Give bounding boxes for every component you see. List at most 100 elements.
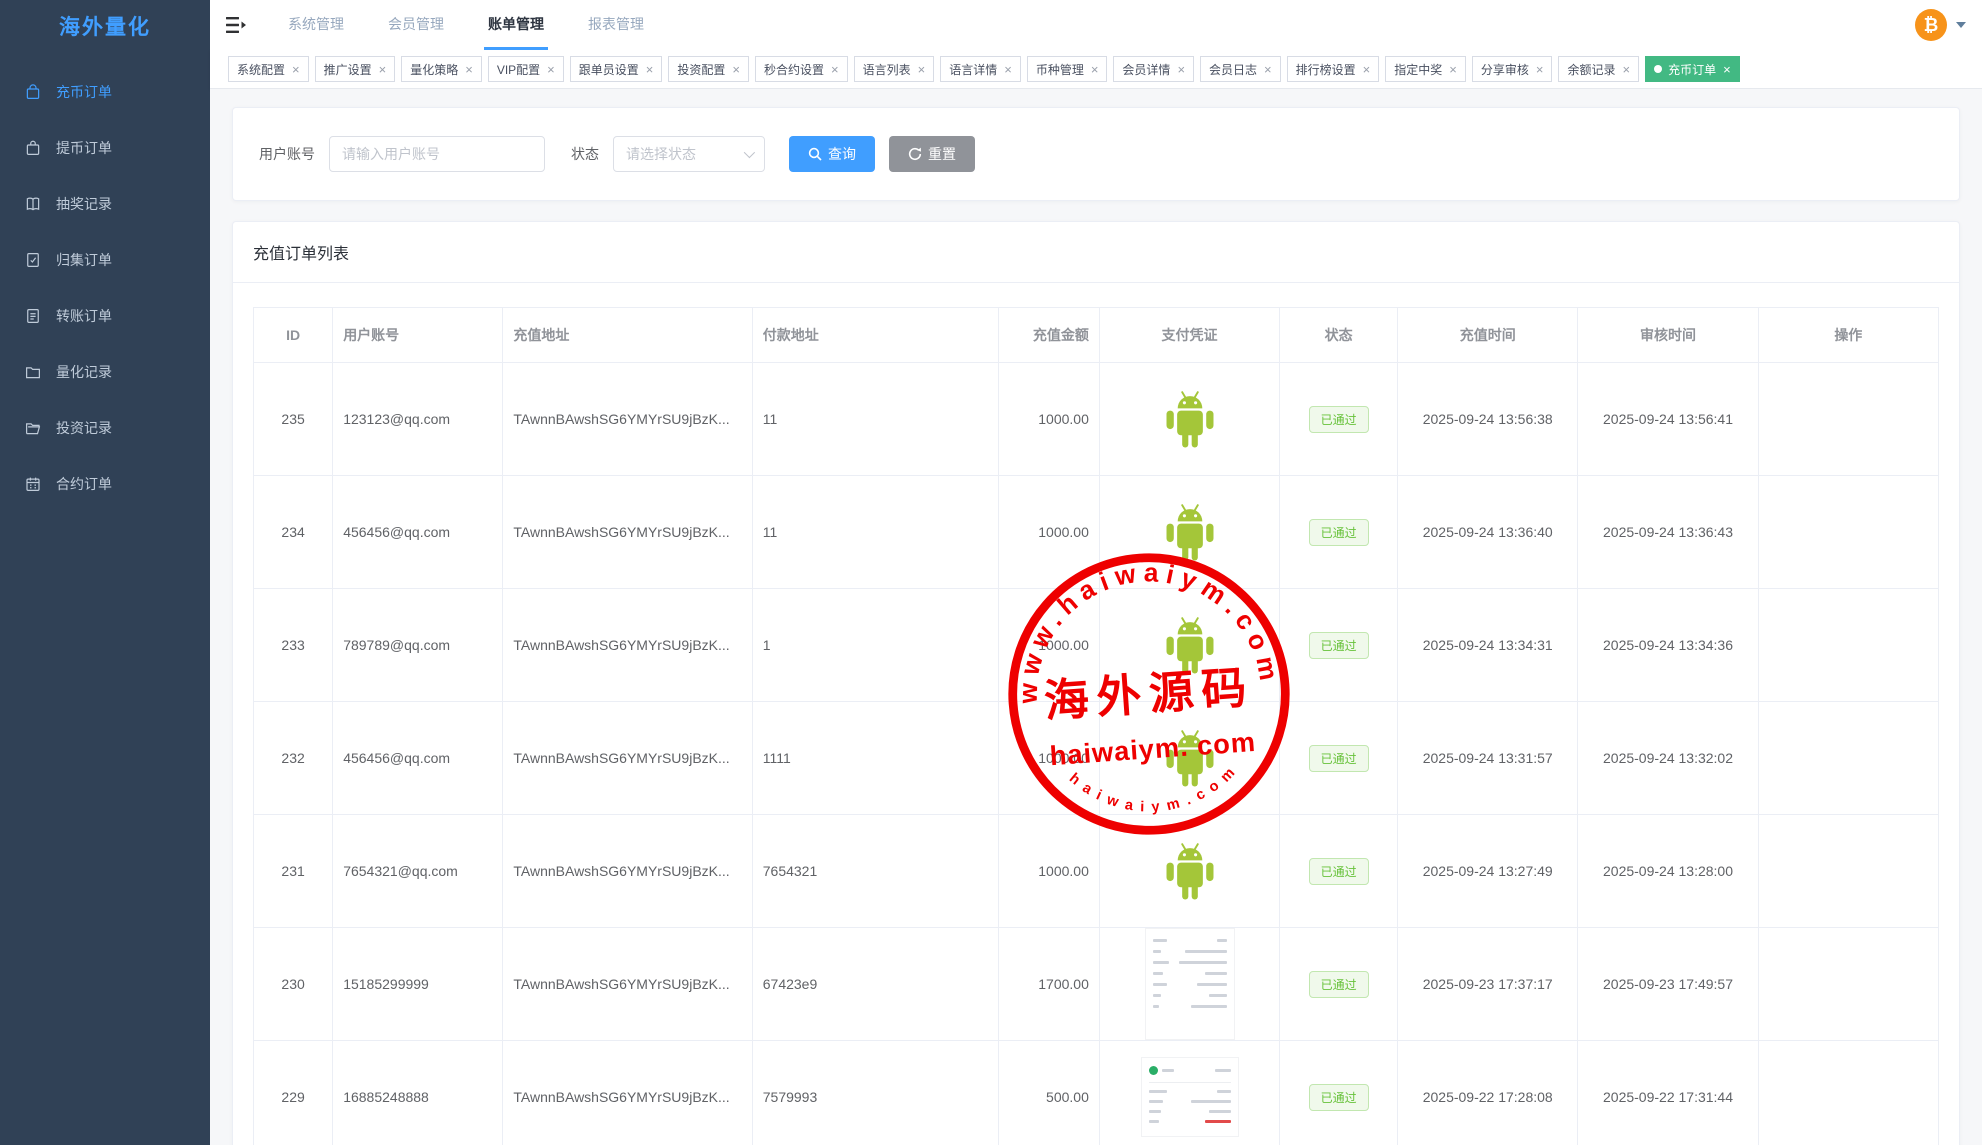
close-icon[interactable]: × bbox=[292, 63, 300, 76]
cell-audit-time: 2025-09-24 13:36:43 bbox=[1578, 476, 1758, 589]
bitcoin-avatar[interactable]: ₿ bbox=[1915, 9, 1947, 41]
status-select[interactable]: 请选择状态 bbox=[613, 136, 765, 172]
sidebar-item-transfer-orders[interactable]: 转账订单 bbox=[0, 288, 210, 344]
sidebar-item-lottery-records[interactable]: 抽奖记录 bbox=[0, 176, 210, 232]
tag-chip[interactable]: 语言详情 × bbox=[940, 56, 1021, 82]
cell-status: 已通过 bbox=[1280, 702, 1398, 815]
table-header-row: ID 用户账号 充值地址 付款地址 充值金额 支付凭证 状态 充值时间 审核时间… bbox=[254, 308, 1939, 363]
close-icon[interactable]: × bbox=[547, 63, 555, 76]
sidebar-item-withdraw-orders[interactable]: 提币订单 bbox=[0, 120, 210, 176]
sidebar-menu: 充币订单 提币订单 抽奖记录 归集订单 转账订单 量化记录 bbox=[0, 52, 210, 512]
status-badge: 已通过 bbox=[1309, 519, 1369, 546]
close-icon[interactable]: × bbox=[1363, 63, 1371, 76]
sidebar-item-label: 量化记录 bbox=[56, 362, 112, 382]
tag-label: 余额记录 bbox=[1567, 61, 1615, 78]
close-icon[interactable]: × bbox=[1536, 63, 1544, 76]
tag-label: 会员详情 bbox=[1122, 61, 1170, 78]
close-icon[interactable]: × bbox=[918, 63, 926, 76]
cell-deposit-time: 2025-09-24 13:36:40 bbox=[1398, 476, 1578, 589]
tag-chip[interactable]: 排行榜设置× bbox=[1287, 56, 1380, 82]
table-row: 234 456456@qq.com TAwnnBAwshSG6YMYrSU9jB… bbox=[254, 476, 1939, 589]
cell-deposit-address: TAwnnBAwshSG6YMYrSU9jBzK... bbox=[503, 589, 752, 702]
cell-pay-address: 11 bbox=[752, 363, 998, 476]
tag-chip[interactable]: 语言列表× bbox=[854, 56, 935, 82]
refresh-icon bbox=[908, 147, 922, 161]
nav-item-report[interactable]: 报表管理 bbox=[584, 0, 648, 50]
cell-deposit-address: TAwnnBAwshSG6YMYrSU9jBzK... bbox=[503, 702, 752, 815]
tag-chip[interactable]: 秒合约设置× bbox=[755, 56, 848, 82]
table-row: 230 15185299999 TAwnnBAwshSG6YMYrSU9jBzK… bbox=[254, 928, 1939, 1041]
chevron-down-icon[interactable] bbox=[1956, 22, 1966, 28]
nav-item-system[interactable]: 系统管理 bbox=[284, 0, 348, 50]
close-icon[interactable]: × bbox=[465, 63, 473, 76]
close-icon[interactable]: × bbox=[732, 63, 740, 76]
main-area: 系统管理 会员管理 账单管理 报表管理 ₿ 系统配置× 推广设置× 量化策略× … bbox=[210, 0, 1982, 1145]
sidebar-item-deposit-orders[interactable]: 充币订单 bbox=[0, 64, 210, 120]
close-icon[interactable]: × bbox=[379, 63, 387, 76]
cell-id: 230 bbox=[254, 928, 333, 1041]
hamburger-icon[interactable] bbox=[210, 16, 262, 34]
android-proof-image[interactable] bbox=[1162, 838, 1218, 904]
android-proof-image[interactable] bbox=[1162, 386, 1218, 452]
close-icon[interactable]: × bbox=[646, 63, 654, 76]
cell-amount: 1000.00 bbox=[998, 702, 1099, 815]
cell-actions bbox=[1758, 1041, 1938, 1145]
sidebar-item-quant-records[interactable]: 量化记录 bbox=[0, 344, 210, 400]
col-header-id: ID bbox=[254, 308, 333, 363]
close-icon[interactable]: × bbox=[1091, 63, 1099, 76]
receipt-proof-image[interactable] bbox=[1146, 929, 1234, 1039]
tag-chip[interactable]: 余额记录 × bbox=[1558, 56, 1639, 82]
nav-item-billing[interactable]: 账单管理 bbox=[484, 0, 548, 50]
order-list-card: 充值订单列表 ID 用户账号 充值地址 bbox=[232, 221, 1960, 1145]
tag-chip[interactable]: 跟单员设置× bbox=[570, 56, 663, 82]
cell-audit-time: 2025-09-22 17:31:44 bbox=[1578, 1041, 1758, 1145]
sidebar-item-invest-records[interactable]: 投资记录 bbox=[0, 400, 210, 456]
col-header-deposit-time: 充值时间 bbox=[1398, 308, 1578, 363]
receipt-proof-image[interactable] bbox=[1142, 1058, 1238, 1136]
query-button[interactable]: 查询 bbox=[789, 136, 875, 172]
bag-icon bbox=[24, 83, 42, 101]
close-icon[interactable]: × bbox=[1264, 63, 1272, 76]
tag-chip-active[interactable]: 充币订单× bbox=[1645, 56, 1740, 82]
status-badge: 已通过 bbox=[1309, 858, 1369, 885]
cell-proof bbox=[1099, 928, 1279, 1041]
tag-chip[interactable]: 量化策略× bbox=[401, 56, 482, 82]
account-input[interactable] bbox=[329, 136, 545, 172]
cell-pay-address: 11 bbox=[752, 476, 998, 589]
table-row: 235 123123@qq.com TAwnnBAwshSG6YMYrSU9jB… bbox=[254, 363, 1939, 476]
close-icon[interactable]: × bbox=[1004, 63, 1012, 76]
close-icon[interactable]: × bbox=[1177, 63, 1185, 76]
tag-chip[interactable]: 指定中奖× bbox=[1385, 56, 1466, 82]
status-badge: 已通过 bbox=[1309, 1084, 1369, 1111]
nav-item-member[interactable]: 会员管理 bbox=[384, 0, 448, 50]
tag-chip[interactable]: 系统配置 × bbox=[228, 56, 309, 82]
android-proof-image[interactable] bbox=[1162, 725, 1218, 791]
tag-label: 语言详情 bbox=[949, 61, 997, 78]
close-icon[interactable]: × bbox=[1723, 63, 1731, 76]
cell-deposit-time: 2025-09-24 13:27:49 bbox=[1398, 815, 1578, 928]
cell-deposit-time: 2025-09-24 13:31:57 bbox=[1398, 702, 1578, 815]
android-proof-image[interactable] bbox=[1162, 612, 1218, 678]
close-icon[interactable]: × bbox=[831, 63, 839, 76]
tag-chip[interactable]: 会员详情 × bbox=[1113, 56, 1194, 82]
cell-actions bbox=[1758, 476, 1938, 589]
tag-label: 系统配置 bbox=[237, 61, 285, 78]
status-badge: 已通过 bbox=[1309, 632, 1369, 659]
close-icon[interactable]: × bbox=[1449, 63, 1457, 76]
folder-icon bbox=[24, 363, 42, 381]
sidebar-item-label: 投资记录 bbox=[56, 418, 112, 438]
tag-chip[interactable]: VIP配置× bbox=[488, 56, 564, 82]
reset-button[interactable]: 重置 bbox=[889, 136, 975, 172]
tag-chip[interactable]: 推广设置× bbox=[315, 56, 396, 82]
tag-chip[interactable]: 分享审核× bbox=[1472, 56, 1553, 82]
cell-status: 已通过 bbox=[1280, 1041, 1398, 1145]
tag-label: 币种管理 bbox=[1036, 61, 1084, 78]
sidebar-item-collection-orders[interactable]: 归集订单 bbox=[0, 232, 210, 288]
tag-chip[interactable]: 会员日志× bbox=[1200, 56, 1281, 82]
cell-audit-time: 2025-09-24 13:34:36 bbox=[1578, 589, 1758, 702]
close-icon[interactable]: × bbox=[1622, 63, 1630, 76]
android-proof-image[interactable] bbox=[1162, 499, 1218, 565]
sidebar-item-contract-orders[interactable]: 合约订单 bbox=[0, 456, 210, 512]
tag-chip[interactable]: 币种管理 × bbox=[1027, 56, 1108, 82]
tag-chip[interactable]: 投资配置× bbox=[668, 56, 749, 82]
